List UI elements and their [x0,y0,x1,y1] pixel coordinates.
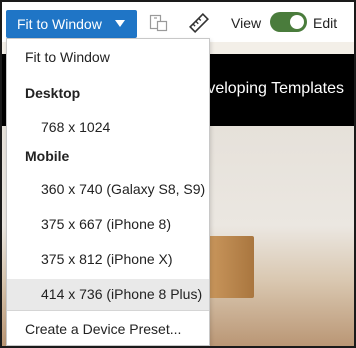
menu-item-create-preset[interactable]: Create a Device Preset... [7,314,209,345]
menu-header-mobile: Mobile [25,148,70,164]
menu-item-galaxy-s8[interactable]: 360 x 740 (Galaxy S8, S9) [7,174,209,205]
device-dropdown-menu: Fit to Window Desktop 768 x 1024 Mobile … [6,38,210,346]
toolbar: Fit to Window View Edit [2,2,354,42]
menu-item-iphone-x[interactable]: 375 x 812 (iPhone X) [7,244,209,275]
device-select-label: Fit to Window [17,16,102,32]
menu-item-fit-to-window[interactable]: Fit to Window [7,42,209,73]
menu-divider [7,310,209,311]
caret-down-icon [115,20,125,27]
view-edit-toggle[interactable] [270,12,307,32]
edit-label: Edit [313,15,338,31]
device-select-button[interactable]: Fit to Window [6,10,137,38]
app-window: veloping Templates Fit to Window View Ed… [0,0,356,348]
toggle-knob [290,15,304,29]
view-label: View [231,15,262,31]
rotate-device-icon[interactable] [149,13,169,33]
ruler-icon[interactable] [189,13,209,33]
preview-title: veloping Templates [207,80,344,97]
menu-item-desktop-768[interactable]: 768 x 1024 [7,112,209,143]
menu-header-desktop: Desktop [25,85,81,101]
menu-item-iphone-8[interactable]: 375 x 667 (iPhone 8) [7,209,209,240]
menu-item-iphone-8-plus[interactable]: 414 x 736 (iPhone 8 Plus) [7,279,209,310]
